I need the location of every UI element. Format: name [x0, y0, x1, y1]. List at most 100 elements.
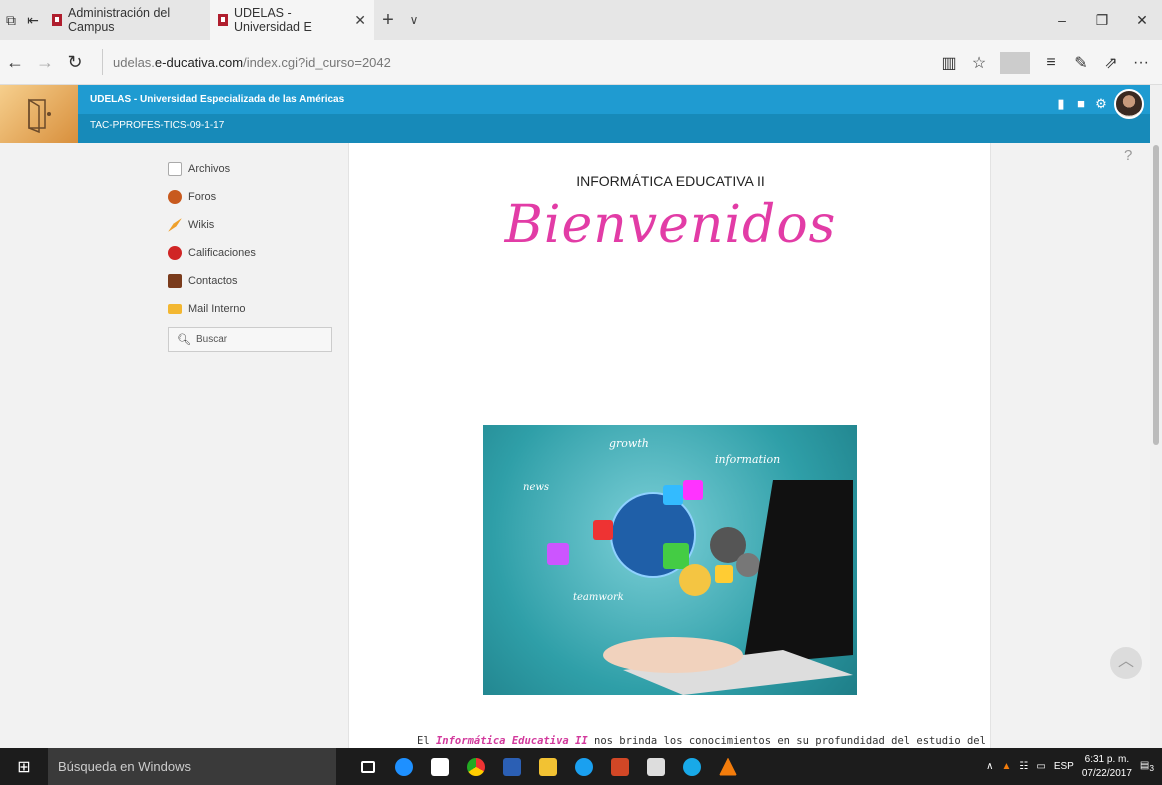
- more-icon[interactable]: ···: [1126, 54, 1156, 72]
- clock-time: 6:31 p. m.: [1084, 753, 1130, 765]
- forum-icon: [168, 190, 182, 204]
- envelope-icon: [168, 304, 182, 314]
- share-icon[interactable]: ⇗: [1096, 53, 1126, 73]
- course-code[interactable]: TAC-PPROFES-TICS-09-1-17: [90, 120, 224, 131]
- para-start: El: [417, 735, 436, 747]
- url-path: /index.cgi?id_curso=2042: [243, 54, 391, 70]
- action-center-icon[interactable]: ▤3: [1140, 760, 1154, 773]
- menu-item-label: Contactos: [188, 275, 238, 287]
- favorite-star-icon[interactable]: ☆: [964, 53, 994, 73]
- scroll-to-top-icon[interactable]: ︿: [1110, 647, 1142, 679]
- help-icon[interactable]: ?: [1124, 147, 1132, 164]
- briefcase-icon[interactable]: ■: [1074, 97, 1088, 111]
- gear-icon[interactable]: ⚙: [1094, 97, 1108, 111]
- minimize-icon[interactable]: –: [1042, 0, 1082, 40]
- toolbar-divider: [1000, 51, 1030, 74]
- course-content: INFORMÁTICA EDUCATIVA II Bienvenidos gro…: [348, 143, 991, 748]
- task-view-icon[interactable]: [350, 748, 386, 785]
- window-controls: – ❐ ✕: [1042, 0, 1162, 40]
- avatar[interactable]: [1114, 89, 1144, 119]
- search-input[interactable]: 🔍︎ Buscar: [168, 327, 332, 352]
- chevron-down-icon[interactable]: ∨: [402, 0, 426, 40]
- para-rest: nos brinda los conocimientos en su profu…: [594, 735, 990, 747]
- toolbar-icons: ▥ ☆ ≡ ✎ ⇗ ···: [934, 40, 1156, 85]
- chevron-up-icon[interactable]: ∧: [986, 761, 993, 772]
- menu-item-mail-interno[interactable]: Mail Interno: [168, 295, 256, 323]
- store-icon[interactable]: [422, 748, 458, 785]
- network-icon[interactable]: ☷: [1019, 761, 1028, 772]
- new-tab-icon[interactable]: +: [374, 0, 402, 40]
- taskbar-apps: [350, 748, 746, 785]
- forward-icon[interactable]: →: [30, 52, 60, 73]
- tab-preview-icon[interactable]: ⧉: [0, 0, 22, 40]
- udelas-favicon-icon: [52, 14, 62, 26]
- internet-explorer-icon[interactable]: [566, 748, 602, 785]
- technology-banner-image: growth information news teamwork: [483, 425, 857, 695]
- url-field[interactable]: udelas. e-ducativa.com/index.cgi?id_curso…: [102, 49, 882, 75]
- institution-name: UDELAS - Universidad Especializada de la…: [90, 94, 345, 105]
- menu-item-foros[interactable]: Foros: [168, 183, 256, 211]
- search-label: Buscar: [195, 334, 228, 345]
- windows-start-icon[interactable]: ⊞: [0, 748, 48, 785]
- tab-label: UDELAS - Universidad E: [234, 6, 312, 34]
- close-tab-icon[interactable]: ✕: [354, 12, 366, 29]
- banner-illustration: growth information news teamwork: [523, 437, 853, 695]
- contacts-book-icon: [168, 274, 182, 288]
- menu-item-label: Foros: [188, 191, 217, 203]
- page-title: INFORMÁTICA EDUCATIVA II: [576, 173, 765, 189]
- file-explorer-icon[interactable]: [530, 748, 566, 785]
- banner-word: growth: [609, 437, 649, 450]
- menu-item-contactos[interactable]: Contactos: [168, 267, 256, 295]
- battery-icon[interactable]: ▭: [1036, 761, 1045, 772]
- pencil-icon: [168, 218, 182, 232]
- menu-item-label: Calificaciones: [188, 247, 256, 259]
- edge-browser-icon[interactable]: [386, 748, 422, 785]
- banner-word: teamwork: [573, 592, 624, 603]
- back-icon[interactable]: ←: [0, 52, 30, 73]
- page-scrollbar[interactable]: [1150, 85, 1162, 748]
- refresh-icon[interactable]: ↻: [60, 52, 90, 73]
- udelas-favicon-icon: [218, 14, 228, 26]
- word-icon[interactable]: [494, 748, 530, 785]
- clock-date: 07/22/2017: [1081, 767, 1132, 779]
- book-icon[interactable]: ▮: [1054, 97, 1068, 111]
- web-note-icon[interactable]: ✎: [1066, 53, 1096, 73]
- door-logo-icon: [28, 98, 51, 134]
- address-bar: ← → ↻ udelas. e-ducativa.com/index.cgi?id…: [0, 40, 1162, 85]
- system-tray: ∧ ▲ ☷ ▭ ESP 6:31 p. m. 07/22/2017 ▤3: [986, 748, 1162, 785]
- mail-icon[interactable]: [638, 748, 674, 785]
- skype-icon[interactable]: [674, 748, 710, 785]
- menu-item-wikis[interactable]: Wikis: [168, 211, 256, 239]
- menu-item-calificaciones[interactable]: Calificaciones: [168, 239, 256, 267]
- banner-word: information: [715, 453, 780, 466]
- header-icons: ▮ ■ ⚙: [1054, 89, 1144, 119]
- scrollbar-thumb[interactable]: [1153, 145, 1159, 445]
- url-domain: e-ducativa.com: [154, 54, 244, 70]
- vlc-tray-icon[interactable]: ▲: [1002, 761, 1012, 772]
- menu-item-archivos[interactable]: Archivos: [168, 155, 256, 183]
- windows-search-box[interactable]: Búsqueda en Windows: [48, 748, 336, 785]
- windows-search-label: Búsqueda en Windows: [58, 759, 191, 774]
- udelas-logo[interactable]: [0, 85, 78, 143]
- tab-label: Administración del Campus: [68, 6, 171, 34]
- reading-view-icon[interactable]: ▥: [934, 53, 964, 73]
- menu-item-label: Mail Interno: [188, 303, 246, 315]
- language-indicator[interactable]: ESP: [1054, 761, 1074, 772]
- clock[interactable]: 6:31 p. m. 07/22/2017: [1082, 753, 1132, 781]
- close-window-icon[interactable]: ✕: [1122, 0, 1162, 40]
- tab-administracion[interactable]: Administración del Campus: [44, 0, 210, 40]
- course-menu: Archivos Foros Wikis Calificaciones Cont…: [168, 155, 256, 323]
- banner-word: news: [523, 482, 549, 493]
- vlc-icon[interactable]: [710, 748, 746, 785]
- ribbon-icon: [168, 246, 182, 260]
- restore-icon[interactable]: ❐: [1082, 0, 1122, 40]
- url-prefix: udelas.: [113, 54, 155, 70]
- set-tabs-aside-icon[interactable]: ⇤: [22, 0, 44, 40]
- notification-count: 3: [1149, 763, 1154, 773]
- intro-paragraph: El Informática Educativa II nos brinda l…: [417, 735, 990, 747]
- powerpoint-icon[interactable]: [602, 748, 638, 785]
- tab-udelas[interactable]: UDELAS - Universidad E ✕: [210, 0, 374, 40]
- chrome-icon[interactable]: [458, 748, 494, 785]
- tab-bar: ⧉ ⇤ Administración del Campus UDELAS - U…: [0, 0, 1162, 40]
- hub-icon[interactable]: ≡: [1036, 54, 1066, 72]
